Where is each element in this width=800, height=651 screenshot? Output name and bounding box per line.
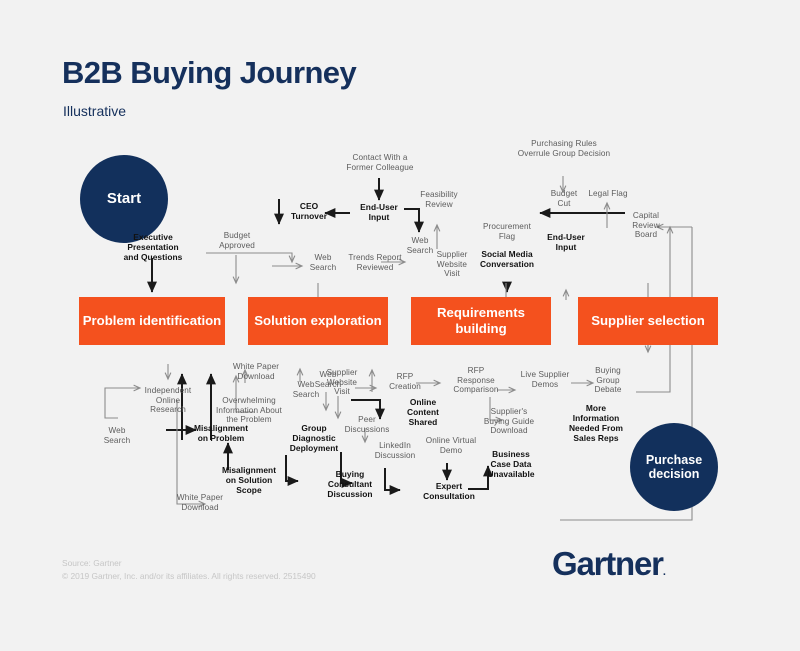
page-subtitle: Illustrative xyxy=(63,103,127,119)
node-supplier-website-visit: Supplier Website Visit xyxy=(326,368,358,397)
stage-box-problem-identification[interactable]: Problem identification xyxy=(79,297,225,345)
node-misalignment-problem: Misalignment on Problem xyxy=(193,423,249,443)
gartner-logo-mark: . xyxy=(662,566,666,578)
gartner-logo-text: Gartner xyxy=(552,545,664,582)
node-linkedin-discussion: LinkedIn Discussion xyxy=(374,441,416,460)
node-end-user-input-right: End-User Input xyxy=(547,232,585,252)
node-independent-research: Independent Online Research xyxy=(144,386,192,415)
diagram-canvas: B2B Buying Journey Illustrative Start Pu… xyxy=(0,0,800,651)
start-node[interactable]: Start xyxy=(80,155,168,243)
node-buying-group-debate: Buying Group Debate xyxy=(594,366,622,395)
node-social-media-conversation: Social Media Conversation xyxy=(479,249,535,269)
footer-source: Source: Gartner xyxy=(62,558,122,568)
footer-copyright: © 2019 Gartner, Inc. and/or its affiliat… xyxy=(62,571,316,582)
node-web-search-left: Web Search xyxy=(103,426,131,445)
node-legal-flag: Legal Flag xyxy=(588,189,628,198)
node-group-diagnostic: Group Diagnostic Deployment xyxy=(289,423,339,453)
node-purchasing-rules: Purchasing Rules Overrule Group Decision xyxy=(517,139,611,158)
node-business-case-data: Business Case Data Unavailable xyxy=(487,449,535,479)
node-capital-review-board: Capital Review Board xyxy=(632,211,660,240)
node-web-search-solution: Web Search xyxy=(309,253,337,272)
node-end-user-input-left: End-User Input xyxy=(360,202,398,222)
node-white-paper-download-top: White Paper Download xyxy=(232,362,280,381)
page-title: B2B Buying Journey xyxy=(62,55,357,90)
node-peer-discussions: Peer Discussions xyxy=(344,415,390,434)
stage-box-requirements-building[interactable]: Requirements building xyxy=(411,297,551,345)
node-online-virtual-demo: Online Virtual Demo xyxy=(425,436,477,455)
node-misalignment-scope: Misalignment on Solution Scope xyxy=(221,465,277,495)
stage-box-solution-exploration[interactable]: Solution exploration xyxy=(248,297,388,345)
footer: Source: Gartner © 2019 Gartner, Inc. and… xyxy=(62,557,316,583)
node-ceo-turnover: CEO Turnover xyxy=(290,201,328,221)
node-white-paper-download-left: White Paper Download xyxy=(176,493,224,512)
node-rfp-response: RFP Response Comparison xyxy=(453,366,499,395)
node-rfp-creation: RFP Creation xyxy=(389,372,421,391)
purchase-decision-node[interactable]: Purchase decision xyxy=(630,423,718,511)
node-procurement-flag: Procurement Flag xyxy=(483,222,531,241)
node-live-supplier-demos: Live Supplier Demos xyxy=(520,370,570,389)
gartner-logo: Gartner. xyxy=(552,545,666,583)
node-suppliers-buying-guide: Supplier's Buying Guide Download xyxy=(483,407,535,436)
node-overwhelming-info: Overwhelming Information About the Probl… xyxy=(216,396,282,425)
node-buying-consultant: Buying Consultant Discussion xyxy=(327,469,373,499)
stage-box-supplier-selection[interactable]: Supplier selection xyxy=(578,297,718,345)
node-budget-cut: Budget Cut xyxy=(550,189,578,208)
node-online-content-shared: Online Content Shared xyxy=(407,397,439,427)
node-more-information: More Information Needed From Sales Reps xyxy=(568,403,624,443)
node-expert-consultation: Expert Consultation xyxy=(423,481,475,501)
node-trends-report: Trends Report Reviewed xyxy=(348,253,402,272)
node-feasibility-review: Feasibility Review xyxy=(420,190,458,209)
node-exec-presentation: Executive Presentation and Questions xyxy=(123,232,183,262)
node-contact-former-colleague: Contact With a Former Colleague xyxy=(346,153,414,172)
node-budget-approved: Budget Approved xyxy=(219,231,255,250)
